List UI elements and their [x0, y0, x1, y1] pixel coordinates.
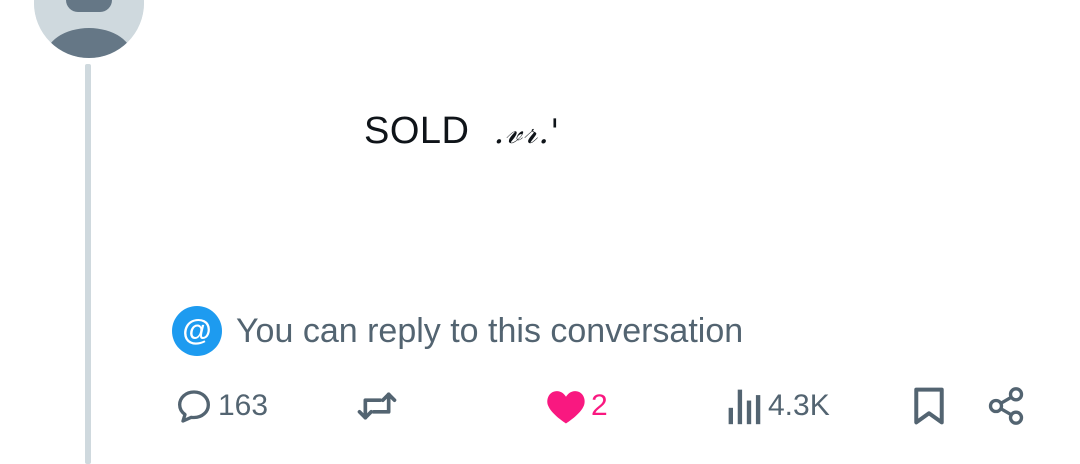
views-button[interactable]: 4.3K	[726, 384, 830, 428]
reply-button[interactable]: 163	[174, 384, 268, 428]
default-avatar-icon	[34, 0, 144, 58]
at-icon: @	[172, 306, 222, 356]
reply-count: 163	[218, 389, 269, 422]
avatar[interactable]	[34, 0, 144, 58]
bookmark-button[interactable]	[912, 384, 946, 428]
views-count: 4.3K	[768, 389, 830, 422]
reply-restriction-notice: @ You can reply to this conversation	[172, 306, 743, 356]
bookmark-icon	[914, 387, 944, 425]
post-text: SOLD .𝓋𝓇.'	[364, 110, 560, 153]
share-button[interactable]	[986, 384, 1026, 428]
repost-button[interactable]	[355, 384, 403, 428]
share-icon	[988, 387, 1024, 425]
like-button[interactable]: 2	[545, 384, 608, 428]
repost-icon	[357, 392, 397, 420]
reply-notice-text: You can reply to this conversation	[236, 311, 744, 350]
views-icon	[728, 389, 761, 425]
heart-icon	[547, 391, 585, 424]
post-text-main: SOLD	[364, 110, 470, 152]
action-bar: 163 2 4.3K	[0, 384, 1080, 428]
post-signature: .𝓋𝓇.'	[493, 112, 561, 152]
like-count: 2	[591, 389, 608, 422]
reply-icon	[178, 390, 210, 423]
